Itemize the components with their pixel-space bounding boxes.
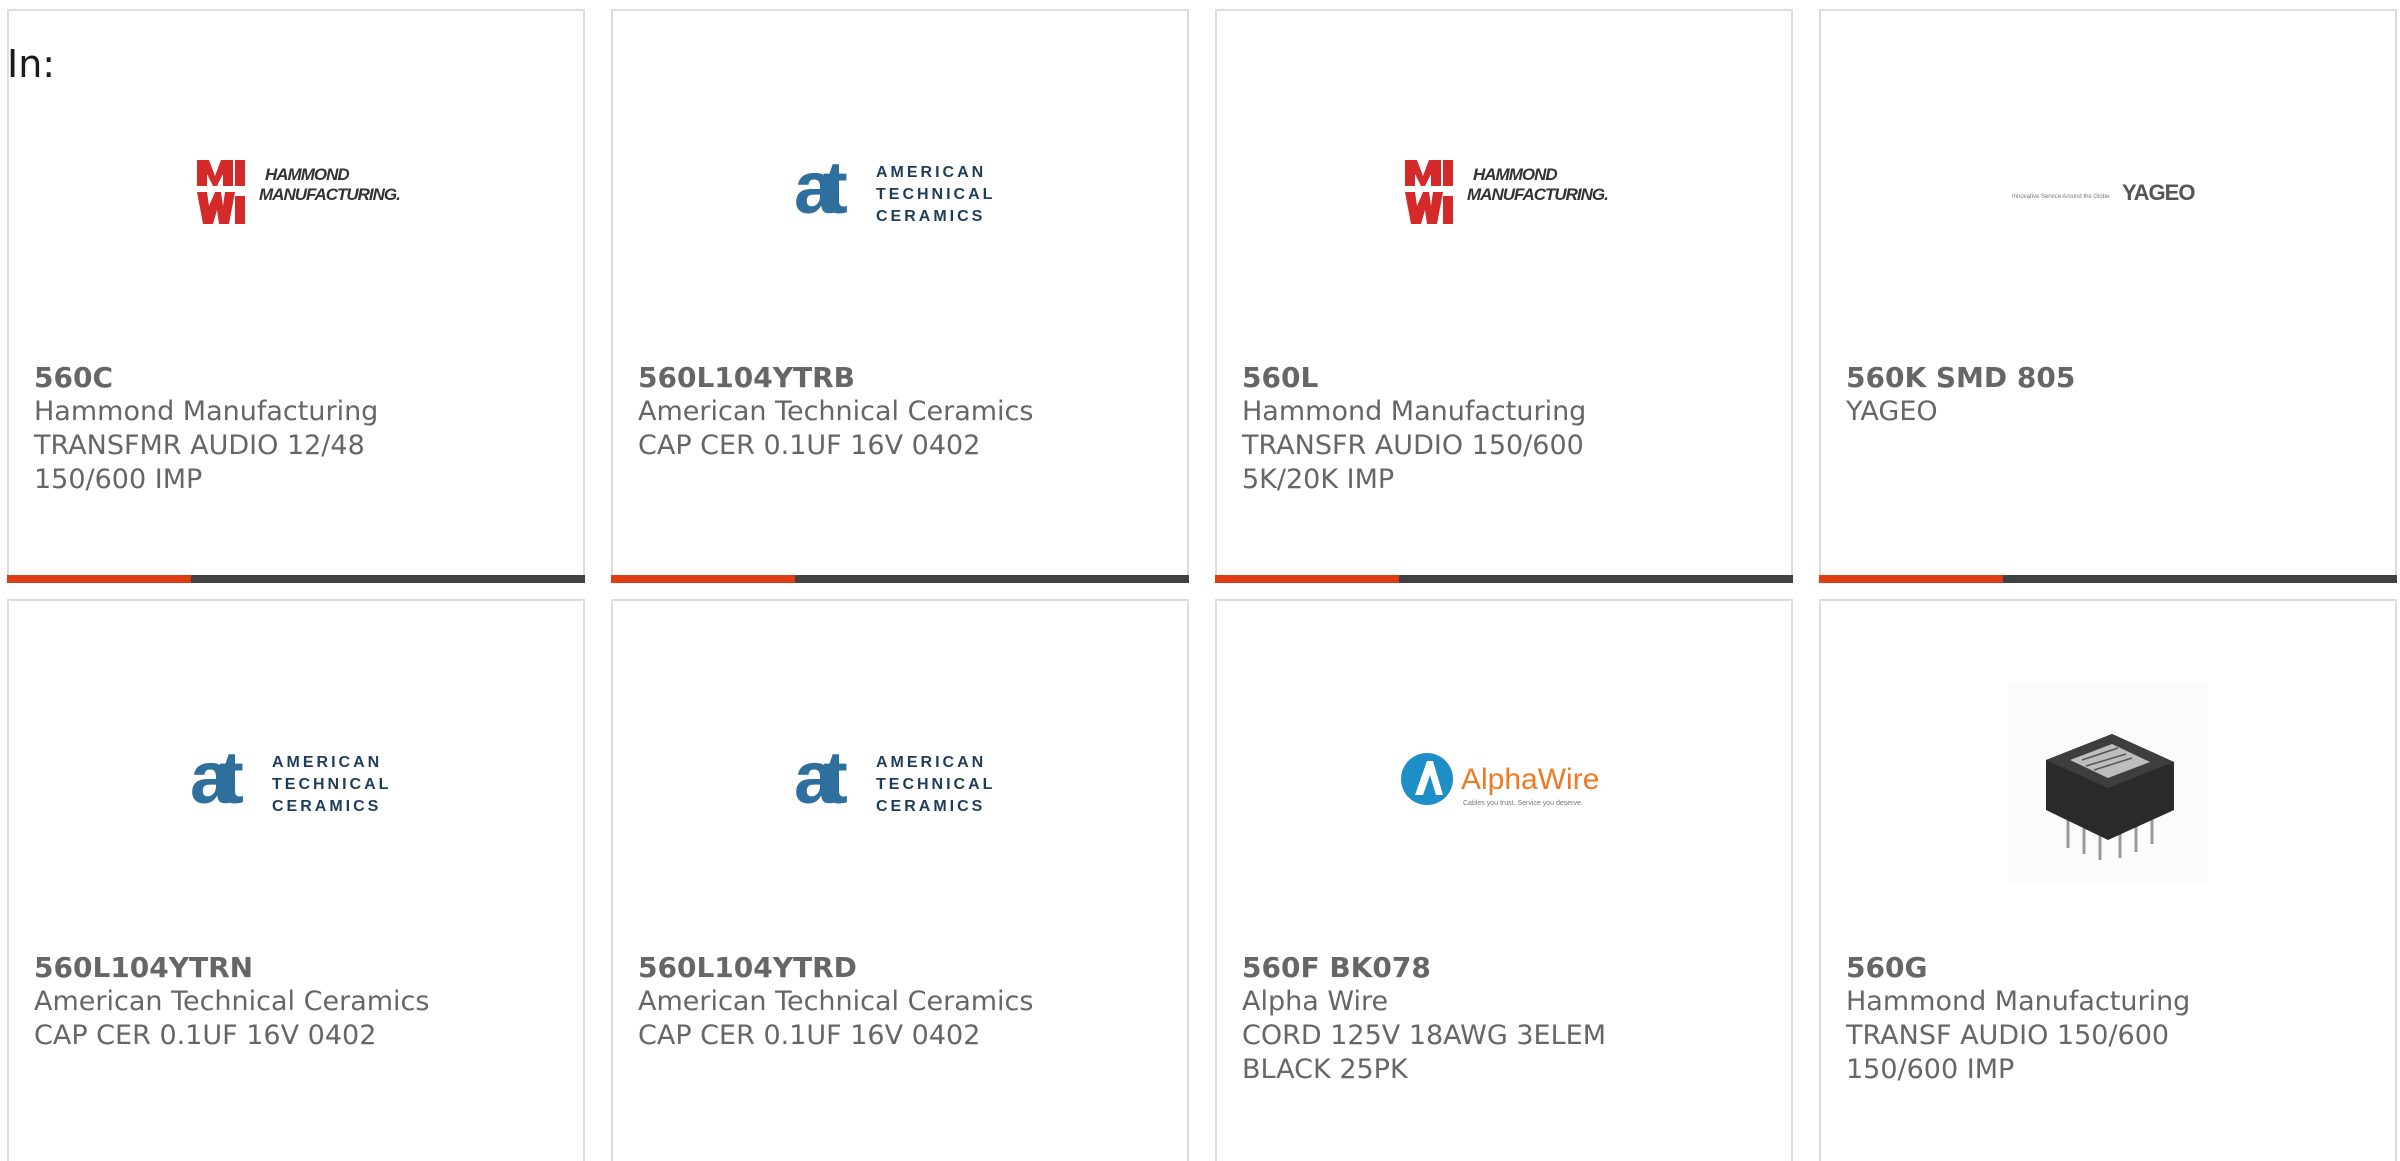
product-card[interactable]: HAMMOND MANUFACTURING. 560L Hammond Manu…	[1215, 9, 1793, 583]
manufacturer-name: American Technical Ceramics	[638, 986, 1034, 1017]
filter-label: In:	[7, 42, 56, 86]
atc-logo: at AMERICAN TECHNICAL CERAMICS	[613, 667, 1187, 897]
svg-text:TECHNICAL: TECHNICAL	[876, 776, 995, 793]
product-description: TRANSFMR AUDIO 12/48 150/600 IMP	[34, 430, 365, 495]
product-card[interactable]: at AMERICAN TECHNICAL CERAMICS 560L104YT…	[611, 599, 1189, 1161]
svg-text:at: at	[190, 737, 243, 819]
manufacturer-name: Hammond Manufacturing	[1242, 396, 1587, 427]
product-description: CAP CER 0.1UF 16V 0402	[34, 1020, 377, 1051]
product-card[interactable]: AlphaWire Cables you trust. Service you …	[1215, 599, 1793, 1161]
product-description: TRANSF AUDIO 150/600 150/600 IMP	[1846, 1020, 2170, 1085]
svg-text:Innovative Service Around the: Innovative Service Around the Globe	[2012, 194, 2110, 200]
manufacturer-name: YAGEO	[1846, 396, 1938, 427]
svg-text:HAMMOND: HAMMOND	[265, 165, 349, 184]
atc-logo: at AMERICAN TECHNICAL CERAMICS	[613, 77, 1187, 307]
svg-text:Cables you trust. Service you: Cables you trust. Service you deserve.	[1463, 800, 1583, 807]
part-number[interactable]: 560L104YTRN	[34, 951, 464, 985]
svg-text:MANUFACTURING.: MANUFACTURING.	[1467, 185, 1608, 204]
product-card[interactable]: Innovative Service Around the Globe YAGE…	[1819, 9, 2397, 583]
svg-text:AMERICAN: AMERICAN	[272, 754, 382, 771]
atc-logo: at AMERICAN TECHNICAL CERAMICS	[9, 667, 583, 897]
product-description: CAP CER 0.1UF 16V 0402	[638, 430, 981, 461]
manufacturer-name: American Technical Ceramics	[638, 396, 1034, 427]
product-description: CORD 125V 18AWG 3ELEM BLACK 25PK	[1242, 1020, 1607, 1085]
svg-text:at: at	[794, 147, 847, 229]
product-card[interactable]: 560G Hammond Manufacturing TRANSF AUDIO …	[1819, 599, 2397, 1161]
svg-text:CERAMICS: CERAMICS	[876, 798, 985, 815]
svg-text:AMERICAN: AMERICAN	[876, 164, 986, 181]
svg-text:AMERICAN: AMERICAN	[876, 754, 986, 771]
part-number[interactable]: 560K SMD 805	[1846, 361, 2276, 395]
product-grid-page: In: HAMMOND MANUFACTURING. 560C Hammond …	[0, 0, 2400, 1161]
hammond-logo: HAMMOND MANUFACTURING.	[9, 77, 583, 307]
svg-text:TECHNICAL: TECHNICAL	[876, 186, 995, 203]
svg-text:HAMMOND: HAMMOND	[1473, 165, 1557, 184]
card-accent-bar	[611, 575, 1189, 583]
manufacturer-name: Alpha Wire	[1242, 986, 1389, 1017]
part-number[interactable]: 560F BK078	[1242, 951, 1672, 985]
svg-text:YAGEO: YAGEO	[2122, 180, 2195, 205]
transformer-product-image	[1821, 667, 2395, 897]
svg-text:AlphaWire: AlphaWire	[1461, 763, 1599, 796]
svg-text:MANUFACTURING.: MANUFACTURING.	[259, 185, 400, 204]
product-description: CAP CER 0.1UF 16V 0402	[638, 1020, 981, 1051]
card-accent-bar	[1819, 575, 2397, 583]
yageo-logo: Innovative Service Around the Globe YAGE…	[1821, 77, 2395, 307]
part-number[interactable]: 560C	[34, 361, 464, 395]
svg-text:TECHNICAL: TECHNICAL	[272, 776, 391, 793]
part-number[interactable]: 560G	[1846, 951, 2276, 985]
svg-text:at: at	[794, 737, 847, 819]
product-card[interactable]: at AMERICAN TECHNICAL CERAMICS 560L104YT…	[7, 599, 585, 1161]
manufacturer-name: American Technical Ceramics	[34, 986, 430, 1017]
part-number[interactable]: 560L104YTRD	[638, 951, 1068, 985]
svg-text:CERAMICS: CERAMICS	[272, 798, 381, 815]
manufacturer-name: Hammond Manufacturing	[34, 396, 379, 427]
card-accent-bar	[1215, 575, 1793, 583]
hammond-logo: HAMMOND MANUFACTURING.	[1217, 77, 1791, 307]
card-accent-bar	[7, 575, 585, 583]
product-card[interactable]: at AMERICAN TECHNICAL CERAMICS 560L104YT…	[611, 9, 1189, 583]
product-description: TRANSFR AUDIO 150/600 5K/20K IMP	[1242, 430, 1584, 495]
product-card[interactable]: HAMMOND MANUFACTURING. 560C Hammond Manu…	[7, 9, 585, 583]
alphawire-logo: AlphaWire Cables you trust. Service you …	[1217, 667, 1791, 897]
svg-text:CERAMICS: CERAMICS	[876, 208, 985, 225]
manufacturer-name: Hammond Manufacturing	[1846, 986, 2191, 1017]
part-number[interactable]: 560L	[1242, 361, 1672, 395]
part-number[interactable]: 560L104YTRB	[638, 361, 1068, 395]
